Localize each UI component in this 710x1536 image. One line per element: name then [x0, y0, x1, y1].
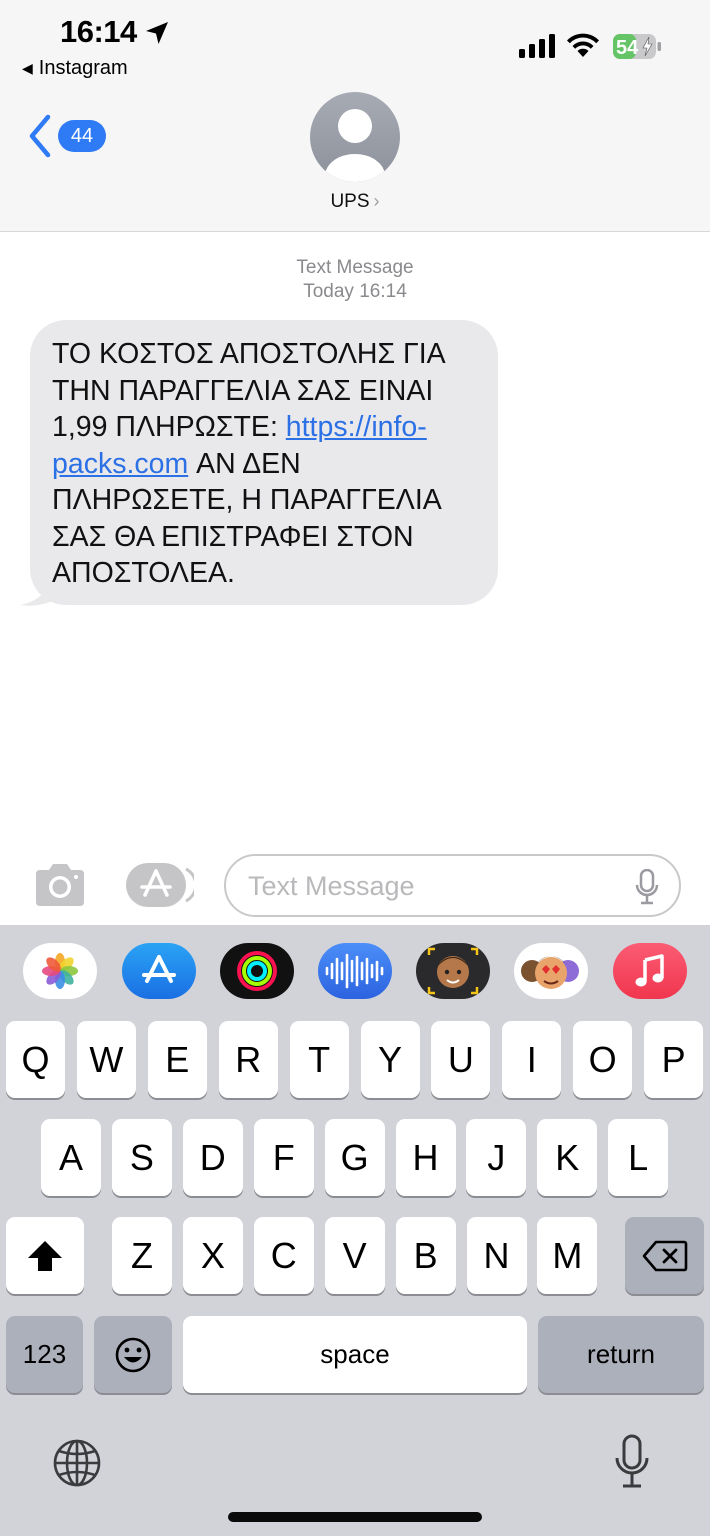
- battery-icon: 54: [613, 34, 661, 59]
- message-compose-field[interactable]: [224, 854, 681, 917]
- return-key[interactable]: return: [538, 1316, 704, 1393]
- key-f[interactable]: F: [253, 1119, 314, 1196]
- back-to-app-link[interactable]: ◀ Instagram: [22, 57, 128, 80]
- numbers-key[interactable]: 123: [6, 1316, 83, 1393]
- contact-avatar[interactable]: [310, 92, 400, 182]
- battery-percent: 54: [616, 37, 639, 59]
- app-store-drawer-icon[interactable]: [126, 863, 194, 907]
- status-time: 16:14: [60, 14, 137, 49]
- key-i[interactable]: I: [502, 1021, 562, 1098]
- memoji-stickers-icon[interactable]: [514, 943, 588, 999]
- contact-name-button[interactable]: UPS ›: [0, 191, 710, 213]
- backspace-icon: [642, 1240, 687, 1271]
- fitness-icon[interactable]: [220, 943, 294, 999]
- audio-message-icon[interactable]: [318, 943, 392, 999]
- key-o[interactable]: O: [573, 1021, 633, 1098]
- contact-name: UPS: [330, 191, 370, 212]
- wifi-icon: [567, 33, 599, 57]
- back-button[interactable]: 44: [28, 114, 106, 158]
- key-s[interactable]: S: [111, 1119, 172, 1196]
- key-m[interactable]: M: [537, 1217, 598, 1294]
- key-y[interactable]: Y: [360, 1021, 420, 1098]
- back-triangle-icon: ◀: [22, 60, 33, 76]
- back-to-app-label: Instagram: [38, 57, 128, 79]
- key-r[interactable]: R: [218, 1021, 278, 1098]
- key-x[interactable]: X: [182, 1217, 243, 1294]
- key-u[interactable]: U: [431, 1021, 491, 1098]
- thread-meta: Text Message Today 16:14: [0, 256, 710, 304]
- incoming-message-bubble[interactable]: ΤΟ ΚΟΣΤΟΣ ΑΠΟΣΤΟΛΗΣ ΓΙΑ ΤΗΝ ΠΑΡΑΓΓΕΛΙΑ Σ…: [30, 320, 498, 605]
- person-silhouette-icon: [325, 109, 385, 182]
- key-a[interactable]: A: [41, 1119, 101, 1196]
- key-g[interactable]: G: [324, 1119, 385, 1196]
- photos-icon[interactable]: [23, 943, 97, 999]
- key-e[interactable]: E: [147, 1021, 207, 1098]
- key-q[interactable]: Q: [6, 1021, 65, 1098]
- key-h[interactable]: H: [395, 1119, 456, 1196]
- globe-icon[interactable]: [51, 1437, 103, 1489]
- home-indicator[interactable]: [228, 1512, 482, 1522]
- key-n[interactable]: N: [466, 1217, 527, 1294]
- keyboard-dictation-icon[interactable]: [614, 1434, 650, 1490]
- shift-key[interactable]: [6, 1217, 84, 1294]
- imessage-app-drawer: [0, 943, 710, 999]
- key-k[interactable]: K: [537, 1119, 598, 1196]
- service-label: Text Message: [296, 257, 414, 278]
- memoji-camera-icon[interactable]: [416, 943, 490, 999]
- location-arrow-icon: [146, 22, 168, 44]
- key-l[interactable]: L: [608, 1119, 669, 1196]
- message-timestamp: Today 16:14: [303, 281, 407, 302]
- camera-icon[interactable]: [32, 862, 88, 908]
- key-j[interactable]: J: [466, 1119, 527, 1196]
- music-icon[interactable]: [613, 943, 687, 999]
- chevron-right-icon: ›: [373, 191, 380, 211]
- emoji-smiley-icon: [115, 1337, 151, 1372]
- chevron-left-icon: [29, 114, 51, 158]
- cellular-signal-icon: [519, 34, 555, 58]
- shift-arrow-icon: [28, 1240, 62, 1271]
- message-input[interactable]: [248, 870, 628, 902]
- dictation-mic-icon[interactable]: [635, 869, 659, 905]
- keyboard: QWERTYUIOP ASDFGHJKL ZXCVBNM 123 space ret…: [0, 925, 710, 1536]
- key-t[interactable]: T: [289, 1021, 349, 1098]
- key-b[interactable]: B: [395, 1217, 456, 1294]
- key-p[interactable]: P: [644, 1021, 704, 1098]
- key-c[interactable]: C: [253, 1217, 314, 1294]
- conversation-header: 16:14 ◀ Instagram 54 44 UPS ›: [0, 0, 710, 232]
- unread-count-badge: 44: [58, 120, 106, 152]
- key-v[interactable]: V: [324, 1217, 385, 1294]
- emoji-key[interactable]: [94, 1316, 172, 1393]
- key-d[interactable]: D: [182, 1119, 243, 1196]
- app-store-icon[interactable]: [122, 943, 196, 999]
- key-z[interactable]: Z: [112, 1217, 172, 1294]
- delete-key[interactable]: [625, 1217, 704, 1294]
- space-key[interactable]: space: [183, 1316, 527, 1393]
- key-w[interactable]: W: [76, 1021, 136, 1098]
